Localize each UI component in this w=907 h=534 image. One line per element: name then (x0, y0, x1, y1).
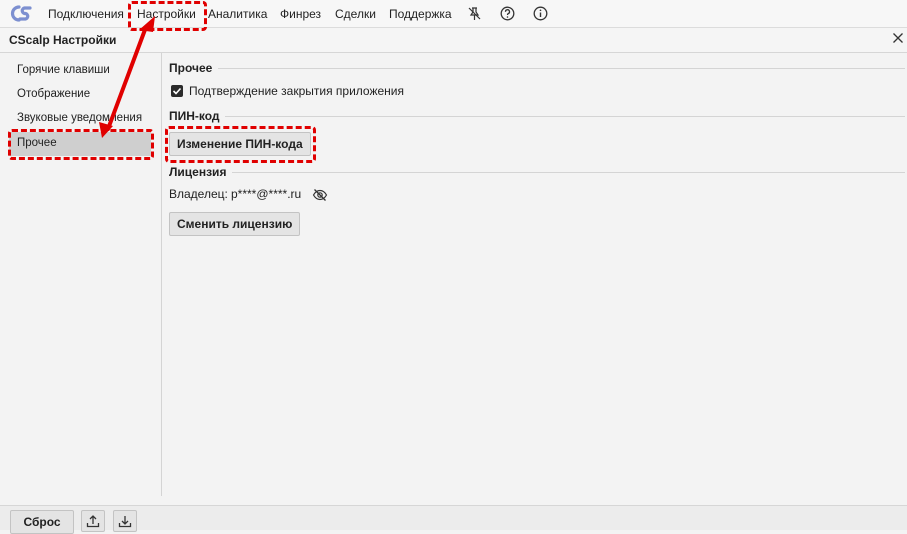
sidebar-item-label: Прочее (17, 137, 57, 149)
section-divider (218, 68, 905, 69)
section-license-heading: Лицензия (169, 165, 227, 179)
reset-button[interactable]: Сброс (10, 510, 74, 534)
menu-trades[interactable]: Сделки (335, 7, 376, 21)
settings-window-titlebar: CScalp Настройки (0, 28, 907, 53)
menu-support[interactable]: Поддержка (389, 7, 452, 21)
eye-off-icon[interactable] (312, 188, 328, 202)
menu-settings[interactable]: Настройки (137, 7, 196, 21)
change-pin-button[interactable]: Изменение ПИН-кода (169, 132, 311, 156)
download-icon (118, 516, 132, 528)
info-circle-icon[interactable] (533, 6, 548, 21)
sidebar-item-display[interactable]: Отображение (9, 83, 151, 107)
section-pin-heading: ПИН-код (169, 109, 220, 123)
section-divider (232, 172, 905, 173)
pin-off-icon[interactable] (467, 6, 482, 21)
owner-email: p****@****.ru (231, 187, 302, 201)
checkmark-icon (172, 87, 182, 95)
section-other-heading: Прочее (169, 61, 213, 75)
menu-finres[interactable]: Финрез (280, 7, 321, 21)
section-divider (225, 116, 905, 117)
menu-analytics[interactable]: Аналитика (208, 7, 267, 21)
owner-label: Владелец: (169, 187, 228, 201)
upload-icon (86, 515, 100, 528)
confirm-close-label[interactable]: Подтверждение закрытия приложения (189, 84, 404, 98)
change-license-button[interactable]: Сменить лицензию (169, 212, 301, 236)
close-icon[interactable] (892, 32, 904, 44)
bottom-toolbar: Сброс (0, 505, 907, 534)
confirm-close-checkbox[interactable] (171, 85, 183, 97)
sidebar-item-hotkeys[interactable]: Горячие клавиши (9, 59, 151, 83)
sidebar-item-label: Отображение (17, 88, 91, 100)
window-title: CScalp Настройки (9, 33, 117, 47)
sidebar-item-label: Горячие клавиши (17, 64, 110, 76)
sidebar-item-label: Звуковые уведомления (17, 112, 143, 124)
help-circle-icon[interactable] (500, 6, 515, 21)
menu-connections[interactable]: Подключения (48, 7, 124, 21)
sidebar-item-sound-notifications[interactable]: Звуковые уведомления (9, 107, 151, 131)
top-menu-bar: Подключения Настройки Аналитика Финрез С… (0, 0, 907, 28)
sidebar-item-other[interactable]: Прочее (9, 132, 151, 156)
cscalp-logo-icon (10, 5, 32, 22)
settings-sidebar: Горячие клавиши Отображение Звуковые уве… (0, 53, 162, 496)
